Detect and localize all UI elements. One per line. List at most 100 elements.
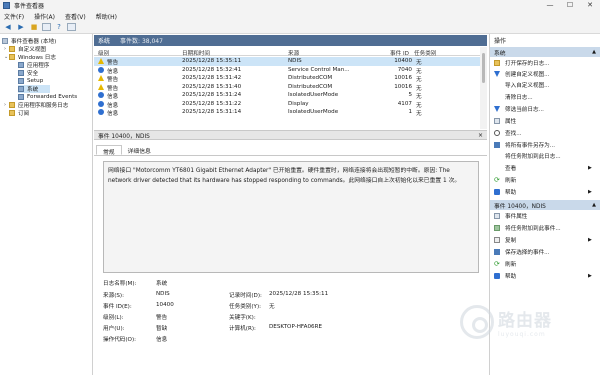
- log-name-label: 日志名称(M):: [103, 281, 137, 287]
- tree-item-system[interactable]: 系统: [18, 85, 50, 93]
- column-level[interactable]: 级别: [98, 49, 109, 57]
- table-row[interactable]: 警告 2025/12/28 15:31:40 DistributedCOM 10…: [94, 83, 480, 92]
- action-event-properties[interactable]: 事件属性: [494, 211, 527, 220]
- action-copy[interactable]: 复制 ▶: [494, 235, 592, 244]
- action-save-all-events[interactable]: 将所有事件另存为...: [494, 140, 555, 149]
- close-detail-button[interactable]: ×: [478, 132, 483, 139]
- tree-item-application[interactable]: 应用程序: [18, 61, 49, 69]
- events-scrollbar[interactable]: [480, 47, 487, 129]
- action-refresh-event[interactable]: ⟳ 刷新: [494, 259, 516, 268]
- action-properties[interactable]: 属性: [494, 116, 516, 125]
- import-icon: [494, 82, 500, 88]
- action-attach-task-event[interactable]: 将任务附加到此事件...: [494, 223, 561, 232]
- tree-item-forwarded-events[interactable]: Forwarded Events: [18, 93, 77, 101]
- column-datetime[interactable]: 日期和时间: [182, 49, 210, 57]
- column-event-id[interactable]: 事件 ID: [390, 49, 409, 57]
- log-header: 系统 事件数: 38,047: [94, 35, 487, 46]
- log-title: 系统: [98, 38, 111, 45]
- watermark-url: luyouqi.com: [498, 331, 546, 338]
- column-source[interactable]: 来源: [288, 49, 299, 57]
- scrollbar-thumb[interactable]: [482, 53, 485, 83]
- watermark-title: 路由器: [498, 311, 552, 331]
- table-row[interactable]: 信息 2025/12/28 15:31:22 Display 4107 无: [94, 100, 480, 109]
- action-open-saved-log[interactable]: 打开保存的日志...: [494, 58, 550, 67]
- opcode-label: 操作代码(O):: [103, 337, 137, 343]
- log-name-value: 系统: [156, 281, 168, 287]
- clear-icon: [494, 94, 500, 100]
- computer-label: 计算机(R):: [229, 326, 256, 332]
- actions-section-event[interactable]: 事件 10400，NDIS ▲: [490, 200, 600, 210]
- watermark-logo-icon: [460, 305, 494, 339]
- toolbar: ◀ ▶ ■ ?: [0, 21, 600, 34]
- help-icon[interactable]: ?: [54, 23, 64, 32]
- help-icon: [494, 272, 500, 279]
- folder-icon: [9, 46, 15, 52]
- table-header: 级别 日期和时间 来源 事件 ID 任务类别: [94, 47, 480, 57]
- action-clear-log[interactable]: 清除日志...: [494, 92, 533, 101]
- event-properties: 日志名称(M): 系统 来源(S): NDIS 记录时间(D): 2025/12…: [103, 279, 483, 349]
- action-import-custom-view[interactable]: 导入自定义视图...: [494, 80, 550, 89]
- minimize-button[interactable]: —: [540, 0, 560, 11]
- level-label: 级别(L):: [103, 315, 124, 321]
- open-folder-icon: [494, 59, 500, 66]
- action-attach-task-log[interactable]: 将任务附加到此日志...: [494, 151, 561, 160]
- forward-arrow-icon[interactable]: ▶: [16, 23, 26, 32]
- refresh-icon: ⟳: [494, 175, 500, 184]
- action-view[interactable]: 查看 ▶: [494, 163, 592, 172]
- user-label: 用户(U):: [103, 326, 125, 332]
- maximize-button[interactable]: ☐: [560, 0, 580, 11]
- task-category-label: 任务类别(Y):: [229, 304, 262, 310]
- collapse-caret-icon[interactable]: ▲: [592, 202, 596, 208]
- event-properties-icon: [494, 212, 500, 219]
- tree-item-subscriptions[interactable]: 订阅: [9, 109, 29, 117]
- menu-view[interactable]: 查看(V): [65, 12, 86, 21]
- title-bar: 事件查看器 — ☐ ✕: [0, 0, 600, 11]
- logged-value: 2025/12/28 15:35:11: [269, 291, 329, 297]
- event-description[interactable]: 网络接口 "Motorcomm YT6801 Gigabit Ethernet …: [103, 161, 479, 273]
- save-icon: [494, 248, 500, 255]
- copy-icon: [494, 236, 500, 243]
- tab-divider: [94, 155, 487, 156]
- action-pane-icon[interactable]: [67, 23, 76, 31]
- action-filter-log[interactable]: 筛选当前日志...: [494, 104, 544, 113]
- menu-action[interactable]: 操作(A): [34, 12, 55, 21]
- folder-icon[interactable]: ■: [29, 23, 39, 32]
- event-id-value: 10400: [156, 302, 174, 308]
- column-category[interactable]: 任务类别: [414, 49, 436, 57]
- tab-details[interactable]: 详细信息: [122, 145, 157, 155]
- find-icon: [494, 129, 500, 136]
- tree-item-setup[interactable]: Setup: [18, 77, 43, 85]
- table-row[interactable]: 信息 2025/12/28 15:32:41 Service Control M…: [94, 66, 480, 75]
- menu-file[interactable]: 文件(F): [4, 12, 24, 21]
- user-value: 暂缺: [156, 326, 168, 332]
- action-create-custom-view[interactable]: 创建自定义视图...: [494, 69, 550, 78]
- action-refresh[interactable]: ⟳ 刷新: [494, 175, 516, 184]
- tree-item-security[interactable]: 安全: [18, 69, 38, 77]
- table-row[interactable]: 警告 2025/12/28 15:31:42 DistributedCOM 10…: [94, 74, 480, 83]
- warning-icon: [98, 83, 104, 90]
- table-row[interactable]: 信息 2025/12/28 15:31:24 IsolatedUserMode …: [94, 91, 480, 100]
- log-icon: [18, 70, 24, 76]
- tree-item-root[interactable]: 事件查看器 (本地): [2, 37, 56, 45]
- log-icon: [18, 94, 24, 100]
- actions-section-system[interactable]: 系统 ▲: [490, 47, 600, 57]
- action-save-selected-events[interactable]: 保存选择的事件...: [494, 247, 550, 256]
- console-tree-icon[interactable]: [42, 23, 51, 31]
- site-watermark: 路由器 luyouqi.com: [460, 305, 552, 339]
- help-icon: [494, 188, 500, 195]
- back-arrow-icon[interactable]: ◀: [3, 23, 13, 32]
- menu-help[interactable]: 帮助(H): [96, 12, 117, 21]
- tab-general[interactable]: 常规: [96, 145, 122, 156]
- properties-icon: [494, 117, 500, 124]
- action-help-event[interactable]: 帮助 ▶: [494, 271, 592, 280]
- table-row[interactable]: 信息 2025/12/28 15:31:14 IsolatedUserMode …: [94, 108, 480, 117]
- collapse-caret-icon[interactable]: ▲: [592, 49, 596, 55]
- close-button[interactable]: ✕: [580, 0, 600, 11]
- tree-item-apps-services[interactable]: › 应用程序和服务日志: [4, 101, 68, 109]
- log-icon: [18, 86, 24, 92]
- table-row[interactable]: 警告 2025/12/28 15:35:11 NDIS 10400 无: [94, 57, 480, 66]
- action-help[interactable]: 帮助 ▶: [494, 187, 592, 196]
- tree-item-custom-views[interactable]: › 自定义视图: [4, 45, 46, 53]
- tree-item-windows-logs[interactable]: ⌄ Windows 日志: [4, 53, 56, 61]
- action-find[interactable]: 查找...: [494, 128, 522, 137]
